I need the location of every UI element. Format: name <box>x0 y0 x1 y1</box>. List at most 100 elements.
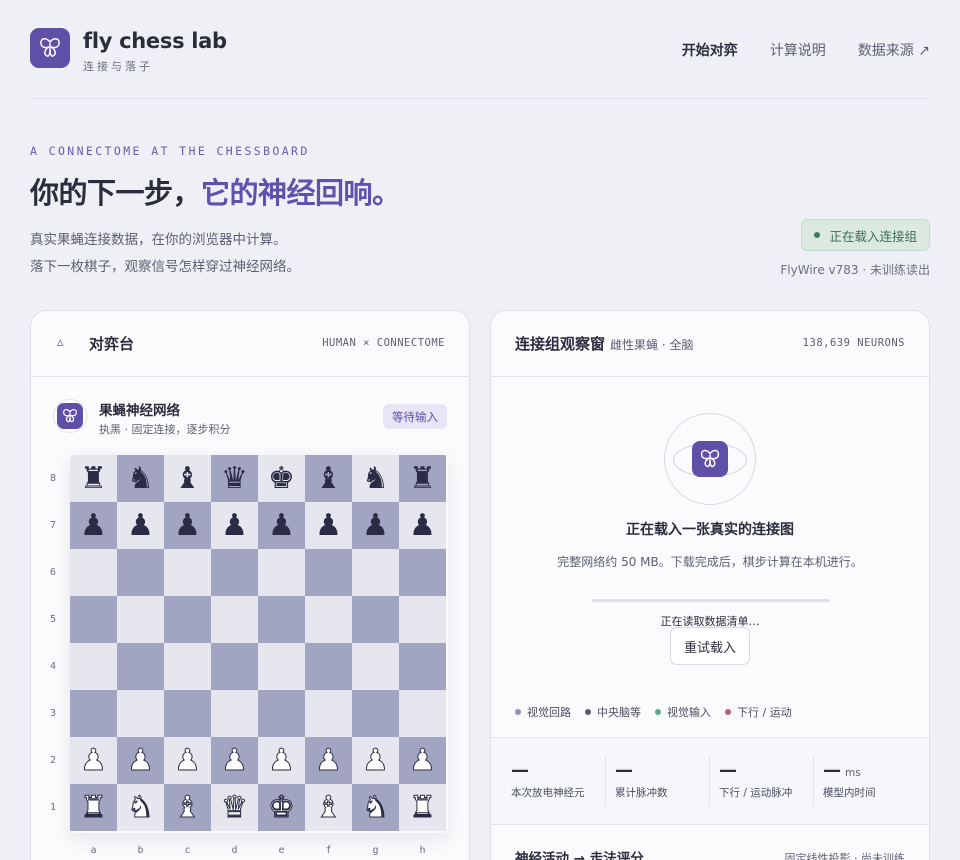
square-c4[interactable] <box>164 643 211 690</box>
square-h3[interactable] <box>399 690 446 737</box>
square-e5[interactable] <box>258 596 305 643</box>
white-pawn-icon[interactable]: ♟ <box>315 745 343 776</box>
square-d7[interactable]: ♟ <box>211 502 258 549</box>
nav-item-data-source[interactable]: 数据来源 ↗ <box>858 40 930 60</box>
square-g1[interactable]: ♞ <box>352 784 399 831</box>
white-pawn-icon[interactable]: ♟ <box>362 745 390 776</box>
square-g5[interactable] <box>352 596 399 643</box>
black-rook-icon[interactable]: ♜ <box>409 463 436 494</box>
square-e3[interactable] <box>258 690 305 737</box>
black-queen-icon[interactable]: ♛ <box>221 463 248 494</box>
square-d1[interactable]: ♛ <box>211 784 258 831</box>
square-h2[interactable]: ♟ <box>399 737 446 784</box>
square-b1[interactable]: ♞ <box>117 784 164 831</box>
white-pawn-icon[interactable]: ♟ <box>268 745 296 776</box>
square-a1[interactable]: ♜ <box>70 784 117 831</box>
square-h7[interactable]: ♟ <box>399 502 446 549</box>
nav-item-method[interactable]: 计算说明 <box>770 40 826 60</box>
square-g8[interactable]: ♞ <box>352 455 399 502</box>
white-bishop-icon[interactable]: ♝ <box>315 792 343 823</box>
white-rook-icon[interactable]: ♜ <box>80 792 108 823</box>
square-a5[interactable] <box>70 596 117 643</box>
square-d4[interactable] <box>211 643 258 690</box>
square-e1[interactable]: ♚ <box>258 784 305 831</box>
square-d3[interactable] <box>211 690 258 737</box>
square-c3[interactable] <box>164 690 211 737</box>
square-c8[interactable]: ♝ <box>164 455 211 502</box>
square-d2[interactable]: ♟ <box>211 737 258 784</box>
white-pawn-icon[interactable]: ♟ <box>174 745 202 776</box>
square-e6[interactable] <box>258 549 305 596</box>
square-f4[interactable] <box>305 643 352 690</box>
square-g3[interactable] <box>352 690 399 737</box>
square-b2[interactable]: ♟ <box>117 737 164 784</box>
square-d5[interactable] <box>211 596 258 643</box>
square-f5[interactable] <box>305 596 352 643</box>
square-c5[interactable] <box>164 596 211 643</box>
white-king-icon[interactable]: ♚ <box>268 792 296 823</box>
square-a8[interactable]: ♜ <box>70 455 117 502</box>
square-b6[interactable] <box>117 549 164 596</box>
black-knight-icon[interactable]: ♞ <box>127 463 154 494</box>
white-pawn-icon[interactable]: ♟ <box>221 745 249 776</box>
nav-item-play[interactable]: 开始对弈 <box>682 40 738 60</box>
square-e2[interactable]: ♟ <box>258 737 305 784</box>
black-pawn-icon[interactable]: ♟ <box>221 510 248 541</box>
black-bishop-icon[interactable]: ♝ <box>315 463 342 494</box>
black-bishop-icon[interactable]: ♝ <box>174 463 201 494</box>
square-h5[interactable] <box>399 596 446 643</box>
white-pawn-icon[interactable]: ♟ <box>127 745 155 776</box>
square-f2[interactable]: ♟ <box>305 737 352 784</box>
retry-load-button[interactable]: 重试载入 <box>670 627 750 665</box>
square-e4[interactable] <box>258 643 305 690</box>
white-rook-icon[interactable]: ♜ <box>409 792 437 823</box>
square-a7[interactable]: ♟ <box>70 502 117 549</box>
square-a2[interactable]: ♟ <box>70 737 117 784</box>
white-knight-icon[interactable]: ♞ <box>127 792 155 823</box>
square-c7[interactable]: ♟ <box>164 502 211 549</box>
square-c6[interactable] <box>164 549 211 596</box>
square-f8[interactable]: ♝ <box>305 455 352 502</box>
black-pawn-icon[interactable]: ♟ <box>315 510 342 541</box>
black-pawn-icon[interactable]: ♟ <box>127 510 154 541</box>
white-knight-icon[interactable]: ♞ <box>362 792 390 823</box>
white-pawn-icon[interactable]: ♟ <box>409 745 437 776</box>
square-h8[interactable]: ♜ <box>399 455 446 502</box>
square-h4[interactable] <box>399 643 446 690</box>
square-a6[interactable] <box>70 549 117 596</box>
square-f1[interactable]: ♝ <box>305 784 352 831</box>
square-g2[interactable]: ♟ <box>352 737 399 784</box>
square-b8[interactable]: ♞ <box>117 455 164 502</box>
white-bishop-icon[interactable]: ♝ <box>174 792 202 823</box>
black-pawn-icon[interactable]: ♟ <box>174 510 201 541</box>
square-h1[interactable]: ♜ <box>399 784 446 831</box>
square-b7[interactable]: ♟ <box>117 502 164 549</box>
square-a4[interactable] <box>70 643 117 690</box>
black-king-icon[interactable]: ♚ <box>268 463 295 494</box>
black-rook-icon[interactable]: ♜ <box>80 463 107 494</box>
square-g6[interactable] <box>352 549 399 596</box>
square-f6[interactable] <box>305 549 352 596</box>
square-b5[interactable] <box>117 596 164 643</box>
black-knight-icon[interactable]: ♞ <box>362 463 389 494</box>
square-d8[interactable]: ♛ <box>211 455 258 502</box>
white-pawn-icon[interactable]: ♟ <box>80 745 108 776</box>
square-g4[interactable] <box>352 643 399 690</box>
square-a3[interactable] <box>70 690 117 737</box>
square-c1[interactable]: ♝ <box>164 784 211 831</box>
square-b4[interactable] <box>117 643 164 690</box>
white-queen-icon[interactable]: ♛ <box>221 792 249 823</box>
black-pawn-icon[interactable]: ♟ <box>268 510 295 541</box>
square-f3[interactable] <box>305 690 352 737</box>
square-c2[interactable]: ♟ <box>164 737 211 784</box>
square-h6[interactable] <box>399 549 446 596</box>
black-pawn-icon[interactable]: ♟ <box>80 510 107 541</box>
square-b3[interactable] <box>117 690 164 737</box>
square-d6[interactable] <box>211 549 258 596</box>
square-f7[interactable]: ♟ <box>305 502 352 549</box>
black-pawn-icon[interactable]: ♟ <box>409 510 436 541</box>
square-e7[interactable]: ♟ <box>258 502 305 549</box>
square-e8[interactable]: ♚ <box>258 455 305 502</box>
square-g7[interactable]: ♟ <box>352 502 399 549</box>
brand-logo[interactable] <box>30 28 70 68</box>
